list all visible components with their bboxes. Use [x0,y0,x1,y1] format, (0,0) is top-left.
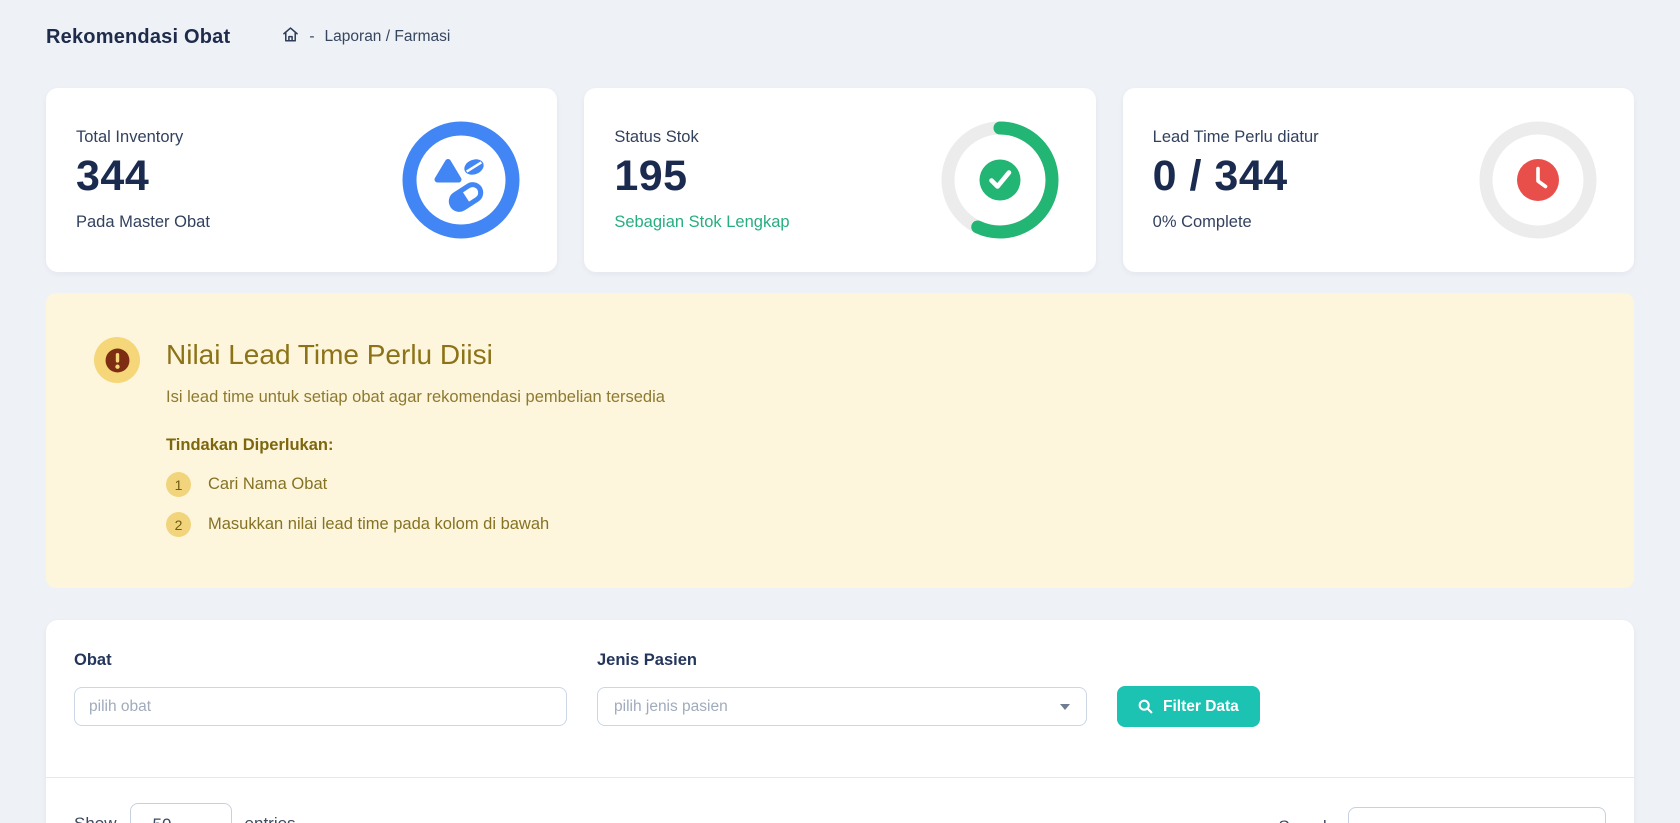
chevron-down-icon [1060,704,1070,710]
filter-row: Obat Jenis Pasien pilih jenis pasien Fil… [74,648,1606,726]
show-label: Show [74,814,117,823]
step-label: Masukkan nilai lead time pada kolom di b… [208,515,549,534]
step-label: Cari Nama Obat [208,475,327,494]
alert-step-1: 1 Cari Nama Obat [166,472,665,497]
page-size-select-wrap: 50 [130,803,232,823]
stat-subtitle: Pada Master Obat [76,213,210,232]
step-number-badge: 2 [166,512,191,537]
filter-data-button[interactable]: Filter Data [1117,686,1260,727]
filter-table-panel: Obat Jenis Pasien pilih jenis pasien Fil… [46,620,1634,823]
obat-field: Obat [74,648,567,726]
entries-label: entries [245,814,296,823]
stat-value: 344 [76,152,210,201]
table-controls-row: Show 50 entries Search: [74,778,1606,823]
search-label: Search: [1278,817,1337,823]
obat-input[interactable] [74,687,567,726]
jenis-pasien-field: Jenis Pasien pilih jenis pasien [597,648,1087,726]
breadcrumb[interactable]: - Laporan / Farmasi [282,26,450,48]
jenis-pasien-select[interactable]: pilih jenis pasien [597,687,1087,726]
page-header: Rekomendasi Obat - Laporan / Farmasi [46,0,1634,52]
check-progress-icon [941,121,1059,239]
stat-info: Status Stok 195 Sebagian Stok Lengkap [614,128,789,231]
alert-actions-heading: Tindakan Diperlukan: [166,436,665,455]
stat-label: Total Inventory [76,128,210,147]
alert-description: Isi lead time untuk setiap obat agar rek… [166,388,665,407]
jenis-pasien-label: Jenis Pasien [597,648,1087,672]
page-size-select[interactable]: 50 [130,803,232,823]
lead-time-warning-banner: Nilai Lead Time Perlu Diisi Isi lead tim… [46,293,1634,588]
stat-value: 0 / 344 [1153,152,1319,201]
page-length-control: Show 50 entries [74,801,296,823]
step-number-badge: 1 [166,472,191,497]
breadcrumb-path[interactable]: Laporan / Farmasi [325,28,451,46]
stat-info: Lead Time Perlu diatur 0 / 344 0% Comple… [1153,128,1319,231]
page-title: Rekomendasi Obat [46,26,230,49]
stat-card-lead-time: Lead Time Perlu diatur 0 / 344 0% Comple… [1123,88,1634,272]
clock-progress-icon [1479,121,1597,239]
jenis-pasien-placeholder: pilih jenis pasien [614,698,728,716]
stat-cards-row: Total Inventory 344 Pada Master Obat [46,88,1634,272]
pills-icon [402,121,520,239]
warning-icon [94,337,140,383]
obat-label: Obat [74,648,567,672]
stat-info: Total Inventory 344 Pada Master Obat [76,128,210,231]
stat-value: 195 [614,152,789,201]
breadcrumb-separator: - [309,28,314,46]
stat-subtitle: 0% Complete [1153,213,1319,232]
search-input[interactable] [1348,807,1606,823]
home-icon[interactable] [282,26,299,48]
alert-title: Nilai Lead Time Perlu Diisi [166,339,665,371]
stat-card-status-stok: Status Stok 195 Sebagian Stok Lengkap [584,88,1095,272]
search-icon [1138,699,1153,714]
stat-card-total-inventory: Total Inventory 344 Pada Master Obat [46,88,557,272]
table-search-control: Search: [1278,807,1606,823]
alert-step-2: 2 Masukkan nilai lead time pada kolom di… [166,512,665,537]
stat-label: Status Stok [614,128,789,147]
filter-button-label: Filter Data [1163,698,1239,716]
page: Rekomendasi Obat - Laporan / Farmasi Tot… [0,0,1680,823]
stat-subtitle: Sebagian Stok Lengkap [614,213,789,232]
alert-body: Nilai Lead Time Perlu Diisi Isi lead tim… [166,335,665,546]
stat-label: Lead Time Perlu diatur [1153,128,1319,147]
